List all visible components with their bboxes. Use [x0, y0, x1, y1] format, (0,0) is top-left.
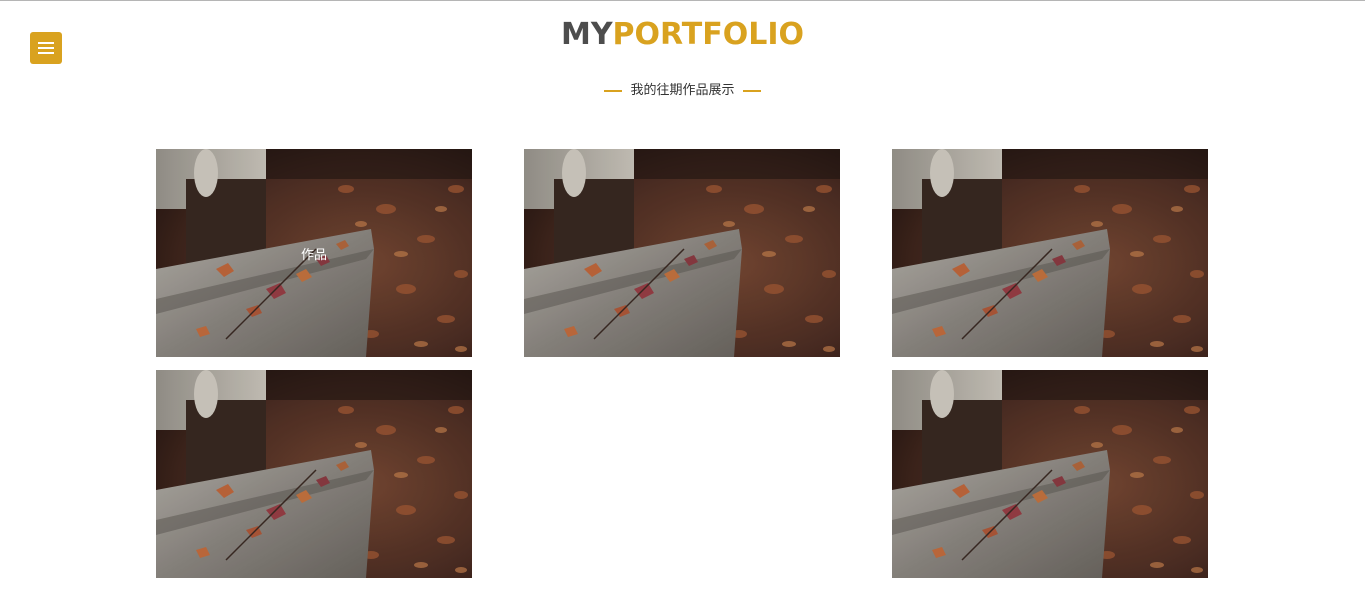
portfolio-item-caption: 作品	[300, 247, 327, 263]
logo-part-portfolio: PORTFOLIO	[612, 17, 805, 52]
portfolio-item[interactable]	[892, 370, 1208, 578]
section-subtitle: 我的往期作品展示	[0, 80, 1365, 102]
portfolio-item[interactable]	[156, 370, 472, 578]
portfolio-item[interactable]	[524, 149, 840, 357]
site-logo[interactable]: MYPORTFOLIO	[0, 16, 1365, 54]
logo-part-my: MY	[560, 17, 613, 52]
portfolio-item-caption	[892, 370, 1208, 578]
portfolio-item-caption	[156, 370, 472, 578]
top-border	[0, 0, 1365, 1]
portfolio-item-caption	[892, 149, 1208, 357]
subtitle-left-dash	[604, 90, 623, 92]
portfolio-item[interactable]	[892, 149, 1208, 357]
portfolio-item[interactable]: 作品	[156, 149, 472, 357]
portfolio-item-caption	[524, 149, 840, 357]
subtitle-right-dash	[742, 90, 761, 92]
subtitle-text: 我的往期作品展示	[630, 83, 735, 98]
